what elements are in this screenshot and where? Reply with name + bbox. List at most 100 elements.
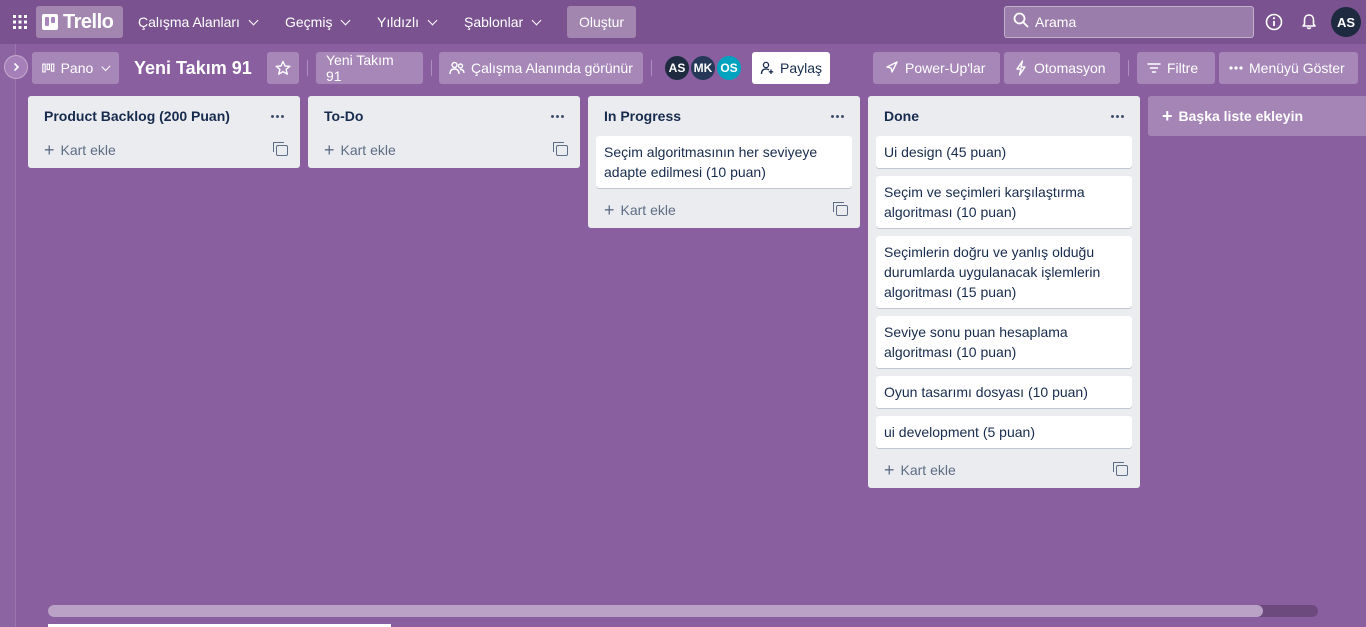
list-title[interactable]: To-Do xyxy=(324,108,363,124)
list-actions-icon[interactable] xyxy=(1111,114,1124,118)
divider xyxy=(307,60,308,76)
expand-sidebar-button[interactable] xyxy=(4,55,28,79)
card-template-icon[interactable] xyxy=(1113,461,1128,476)
member-avatar[interactable]: OS xyxy=(715,54,743,82)
user-avatar[interactable]: AS xyxy=(1331,7,1361,37)
create-button[interactable]: Oluştur xyxy=(567,6,636,38)
divider xyxy=(431,60,432,76)
add-list-label: Başka liste ekleyin xyxy=(1178,108,1304,124)
automation-label: Otomasyon xyxy=(1034,60,1106,76)
star-icon xyxy=(275,60,291,75)
board-title[interactable]: Yeni Takım 91 xyxy=(126,52,260,84)
filter-icon xyxy=(1147,63,1161,73)
plus-icon: + xyxy=(324,140,335,160)
nav-starred[interactable]: Yıldızlı xyxy=(367,6,446,38)
visibility-label: Çalışma Alanında görünür xyxy=(471,60,633,76)
list-product-backlog: Product Backlog (200 Puan) + Kart ekle xyxy=(28,96,300,168)
share-button[interactable]: Paylaş xyxy=(752,52,830,84)
list-actions-icon[interactable] xyxy=(551,114,564,118)
add-card-label: Kart ekle xyxy=(60,142,116,158)
search-input[interactable] xyxy=(1035,14,1235,30)
app-switcher-icon[interactable] xyxy=(8,10,32,34)
card[interactable]: Seviye sonu puan hesaplama algoritması (… xyxy=(876,316,1132,368)
notification-bell-icon[interactable] xyxy=(1298,11,1320,33)
card[interactable]: Seçimlerin doğru ve yanlış olduğu duruml… xyxy=(876,236,1132,308)
card[interactable]: Oyun tasarımı dosyası (10 puan) xyxy=(876,376,1132,408)
divider xyxy=(651,60,652,76)
visibility-button[interactable]: Çalışma Alanında görünür xyxy=(439,52,643,84)
chevron-down-icon xyxy=(427,15,438,25)
chevron-right-icon xyxy=(13,62,20,72)
add-card-button[interactable]: + Kart ekle xyxy=(588,192,860,228)
share-label: Paylaş xyxy=(779,60,823,76)
add-card-label: Kart ekle xyxy=(900,462,956,478)
star-board-button[interactable] xyxy=(267,52,299,84)
card[interactable]: Seçim ve seçimleri karşılaştırma algorit… xyxy=(876,176,1132,228)
list-title[interactable]: In Progress xyxy=(604,108,681,124)
list-header: In Progress xyxy=(588,96,860,136)
workspace-button[interactable]: Yeni Takım 91 xyxy=(316,52,423,84)
horizontal-scrollbar-thumb[interactable] xyxy=(48,605,1263,617)
chevron-down-icon xyxy=(101,61,111,71)
search-box[interactable] xyxy=(1004,6,1254,38)
collapsed-sidebar xyxy=(0,44,16,627)
nav-recent-label: Geçmiş xyxy=(285,14,333,30)
member-avatar[interactable]: AS xyxy=(663,54,691,82)
show-menu-label: Menüyü Göster xyxy=(1249,60,1345,76)
chevron-down-icon xyxy=(341,15,351,25)
filter-button[interactable]: Filtre xyxy=(1137,52,1215,84)
list-in-progress: In Progress Seçim algoritmasının her sev… xyxy=(588,96,860,228)
board-view-label: Pano xyxy=(60,60,94,76)
list-todo: To-Do + Kart ekle xyxy=(308,96,580,168)
list-done: Done Ui design (45 puan) Seçim ve seçiml… xyxy=(868,96,1140,488)
automation-button[interactable]: Otomasyon xyxy=(1004,52,1120,84)
card-template-icon[interactable] xyxy=(553,141,568,156)
add-member-icon xyxy=(760,61,774,75)
filter-label: Filtre xyxy=(1167,60,1199,76)
member-avatar[interactable]: MK xyxy=(689,54,717,82)
card-template-icon[interactable] xyxy=(833,201,848,216)
list-title[interactable]: Product Backlog (200 Puan) xyxy=(44,108,230,124)
plus-icon: + xyxy=(1162,106,1173,126)
chevron-down-icon xyxy=(531,15,542,25)
list-header: Product Backlog (200 Puan) xyxy=(28,96,300,136)
card[interactable]: Ui design (45 puan) xyxy=(876,136,1132,168)
add-card-button[interactable]: + Kart ekle xyxy=(28,132,300,168)
add-card-button[interactable]: + Kart ekle xyxy=(308,132,580,168)
top-navigation-bar: Trello Çalışma Alanları Geçmiş Yıldızlı … xyxy=(0,0,1366,44)
info-icon[interactable] xyxy=(1263,11,1285,33)
rocket-icon xyxy=(886,61,898,73)
card-template-icon[interactable] xyxy=(273,141,288,156)
nav-templates[interactable]: Şablonlar xyxy=(454,6,550,38)
card[interactable]: Seçim algoritmasının her seviyeye adapte… xyxy=(596,136,852,188)
list-header: To-Do xyxy=(308,96,580,136)
trello-logo[interactable]: Trello xyxy=(36,6,123,38)
add-card-label: Kart ekle xyxy=(340,142,396,158)
plus-icon: + xyxy=(44,140,55,160)
logo-text: Trello xyxy=(63,10,114,33)
trello-logo-icon xyxy=(42,14,58,30)
nav-recent[interactable]: Geçmiş xyxy=(275,6,359,38)
add-card-button[interactable]: + Kart ekle xyxy=(868,452,1140,488)
chevron-down-icon xyxy=(248,15,259,25)
power-ups-button[interactable]: Power-Up'lar xyxy=(873,52,1000,84)
power-ups-label: Power-Up'lar xyxy=(905,60,986,76)
nav-workspaces-label: Çalışma Alanları xyxy=(138,14,240,30)
search-icon xyxy=(1013,12,1029,33)
list-header: Done xyxy=(868,96,1140,136)
nav-starred-label: Yıldızlı xyxy=(377,14,420,30)
nav-workspaces[interactable]: Çalışma Alanları xyxy=(128,6,267,38)
nav-templates-label: Şablonlar xyxy=(464,14,524,30)
list-actions-icon[interactable] xyxy=(271,114,284,118)
show-menu-button[interactable]: Menüyü Göster xyxy=(1219,52,1358,84)
lightning-icon xyxy=(1016,60,1026,76)
add-card-label: Kart ekle xyxy=(620,202,676,218)
list-title[interactable]: Done xyxy=(884,108,919,124)
card[interactable]: ui development (5 puan) xyxy=(876,416,1132,448)
add-list-button[interactable]: + Başka liste ekleyin xyxy=(1148,96,1366,136)
plus-icon: + xyxy=(604,200,615,220)
plus-icon: + xyxy=(884,460,895,480)
list-actions-icon[interactable] xyxy=(831,114,844,118)
board-view-icon xyxy=(42,63,55,73)
board-view-switcher[interactable]: Pano xyxy=(32,52,119,84)
